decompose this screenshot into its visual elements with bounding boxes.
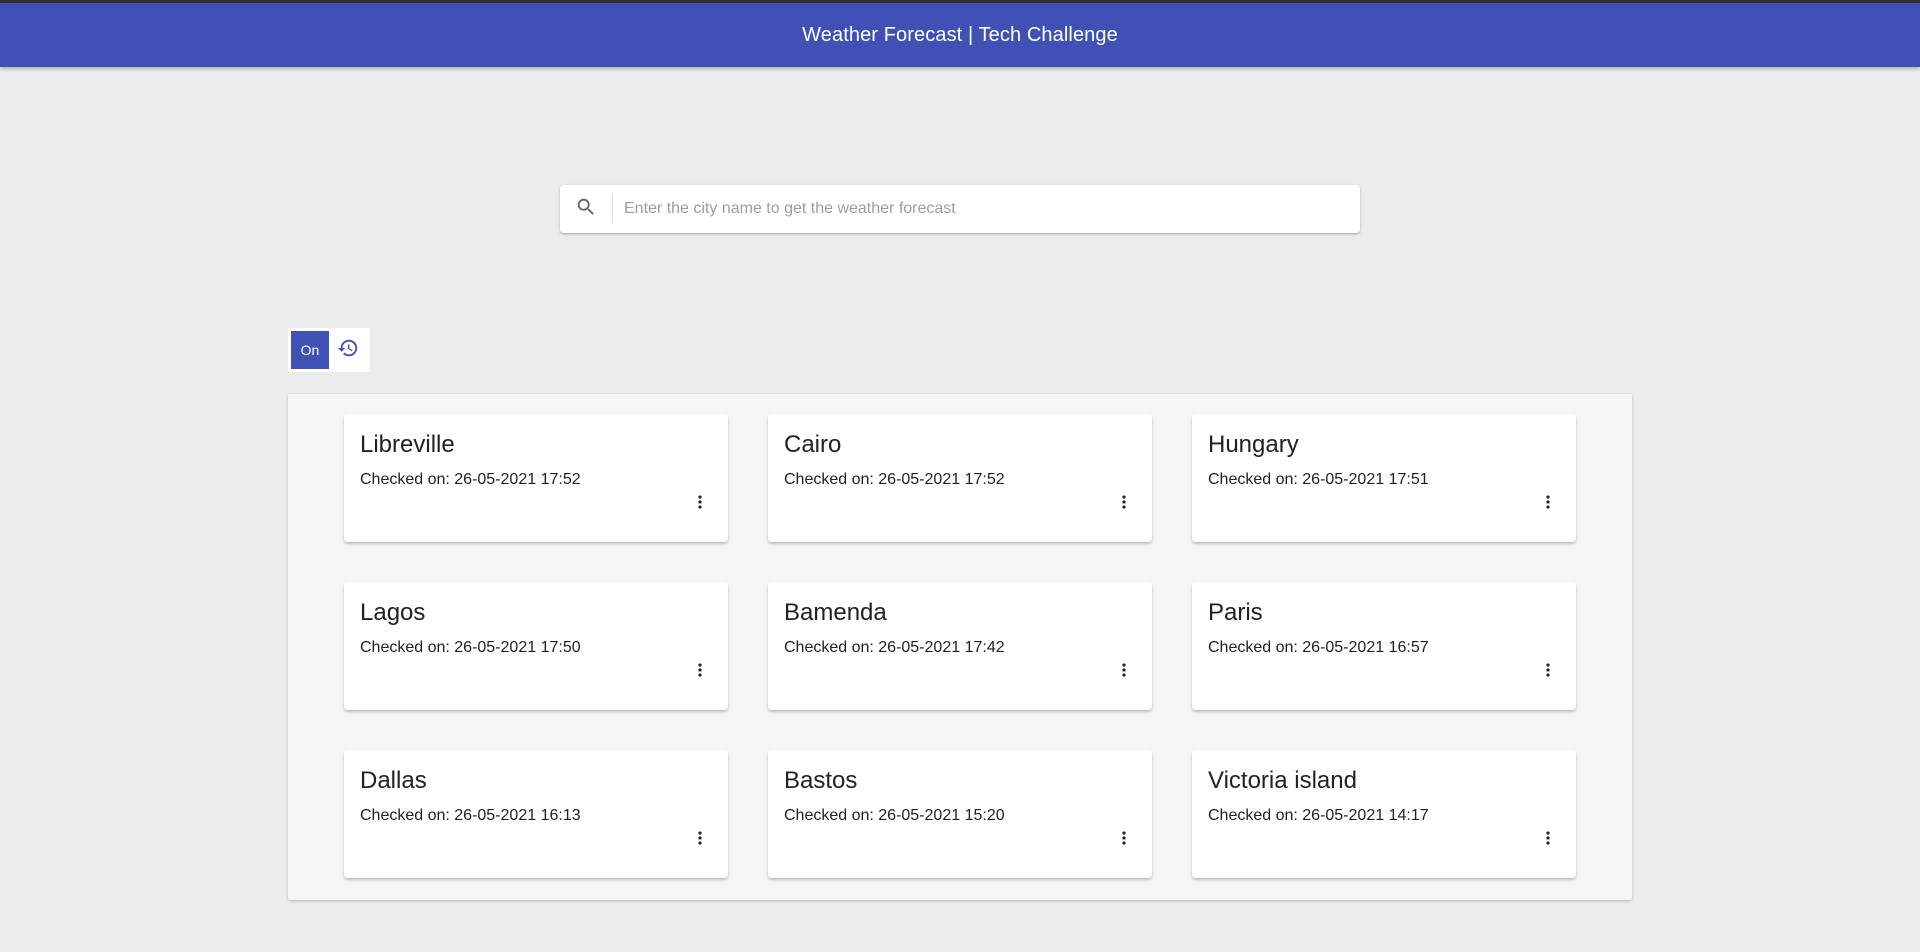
recent-searches-panel: Libreville Checked on: 26-05-2021 17:52 … bbox=[288, 394, 1632, 900]
app-bar: Weather Forecast | Tech Challenge bbox=[0, 0, 1920, 67]
history-icon bbox=[337, 337, 359, 364]
city-card[interactable]: Dallas Checked on: 26-05-2021 16:13 bbox=[344, 750, 728, 878]
app-title: Weather Forecast | Tech Challenge bbox=[802, 23, 1118, 46]
city-name: Cairo bbox=[784, 431, 842, 458]
city-card[interactable]: Cairo Checked on: 26-05-2021 17:52 bbox=[768, 414, 1152, 542]
city-card[interactable]: Victoria island Checked on: 26-05-2021 1… bbox=[1192, 750, 1576, 878]
more-options-button[interactable] bbox=[1114, 828, 1134, 852]
more-options-button[interactable] bbox=[1538, 492, 1558, 516]
city-name: Bamenda bbox=[784, 599, 887, 626]
search-button[interactable] bbox=[560, 185, 612, 233]
city-name: Paris bbox=[1208, 599, 1263, 626]
city-name: Victoria island bbox=[1208, 767, 1357, 794]
more-options-button[interactable] bbox=[1114, 492, 1134, 516]
more-options-button[interactable] bbox=[690, 828, 710, 852]
toggle-on-button[interactable]: On bbox=[291, 331, 329, 369]
city-name: Dallas bbox=[360, 767, 427, 794]
checked-on-text: Checked on: 26-05-2021 16:57 bbox=[1208, 639, 1429, 656]
city-card[interactable]: Libreville Checked on: 26-05-2021 17:52 bbox=[344, 414, 728, 542]
history-toggle-button[interactable] bbox=[329, 331, 367, 369]
more-options-button[interactable] bbox=[1114, 660, 1134, 684]
more-options-button[interactable] bbox=[690, 492, 710, 516]
checked-on-text: Checked on: 26-05-2021 17:50 bbox=[360, 639, 581, 656]
more-vert-icon bbox=[1538, 492, 1558, 517]
city-card-grid: Libreville Checked on: 26-05-2021 17:52 … bbox=[344, 414, 1576, 878]
view-toggle-group: On bbox=[288, 328, 370, 372]
more-vert-icon bbox=[1114, 660, 1134, 685]
city-card[interactable]: Paris Checked on: 26-05-2021 16:57 bbox=[1192, 582, 1576, 710]
more-options-button[interactable] bbox=[1538, 828, 1558, 852]
checked-on-text: Checked on: 26-05-2021 16:13 bbox=[360, 807, 581, 824]
more-vert-icon bbox=[1538, 660, 1558, 685]
city-card[interactable]: Bastos Checked on: 26-05-2021 15:20 bbox=[768, 750, 1152, 878]
more-vert-icon bbox=[690, 828, 710, 853]
city-name: Bastos bbox=[784, 767, 858, 794]
city-card[interactable]: Bamenda Checked on: 26-05-2021 17:42 bbox=[768, 582, 1152, 710]
checked-on-text: Checked on: 26-05-2021 17:42 bbox=[784, 639, 1005, 656]
city-name: Libreville bbox=[360, 431, 455, 458]
checked-on-text: Checked on: 26-05-2021 17:52 bbox=[784, 471, 1005, 488]
more-options-button[interactable] bbox=[690, 660, 710, 684]
checked-on-text: Checked on: 26-05-2021 17:52 bbox=[360, 471, 581, 488]
more-vert-icon bbox=[1114, 828, 1134, 853]
city-search-input[interactable] bbox=[613, 185, 1360, 233]
more-vert-icon bbox=[1538, 828, 1558, 853]
more-vert-icon bbox=[690, 660, 710, 685]
checked-on-text: Checked on: 26-05-2021 15:20 bbox=[784, 807, 1005, 824]
more-vert-icon bbox=[690, 492, 710, 517]
search-icon bbox=[575, 196, 597, 223]
checked-on-text: Checked on: 26-05-2021 17:51 bbox=[1208, 471, 1429, 488]
city-name: Lagos bbox=[360, 599, 426, 626]
city-card[interactable]: Lagos Checked on: 26-05-2021 17:50 bbox=[344, 582, 728, 710]
more-vert-icon bbox=[1114, 492, 1134, 517]
city-card[interactable]: Hungary Checked on: 26-05-2021 17:51 bbox=[1192, 414, 1576, 542]
city-name: Hungary bbox=[1208, 431, 1299, 458]
checked-on-text: Checked on: 26-05-2021 14:17 bbox=[1208, 807, 1429, 824]
search-bar bbox=[560, 185, 1360, 233]
more-options-button[interactable] bbox=[1538, 660, 1558, 684]
